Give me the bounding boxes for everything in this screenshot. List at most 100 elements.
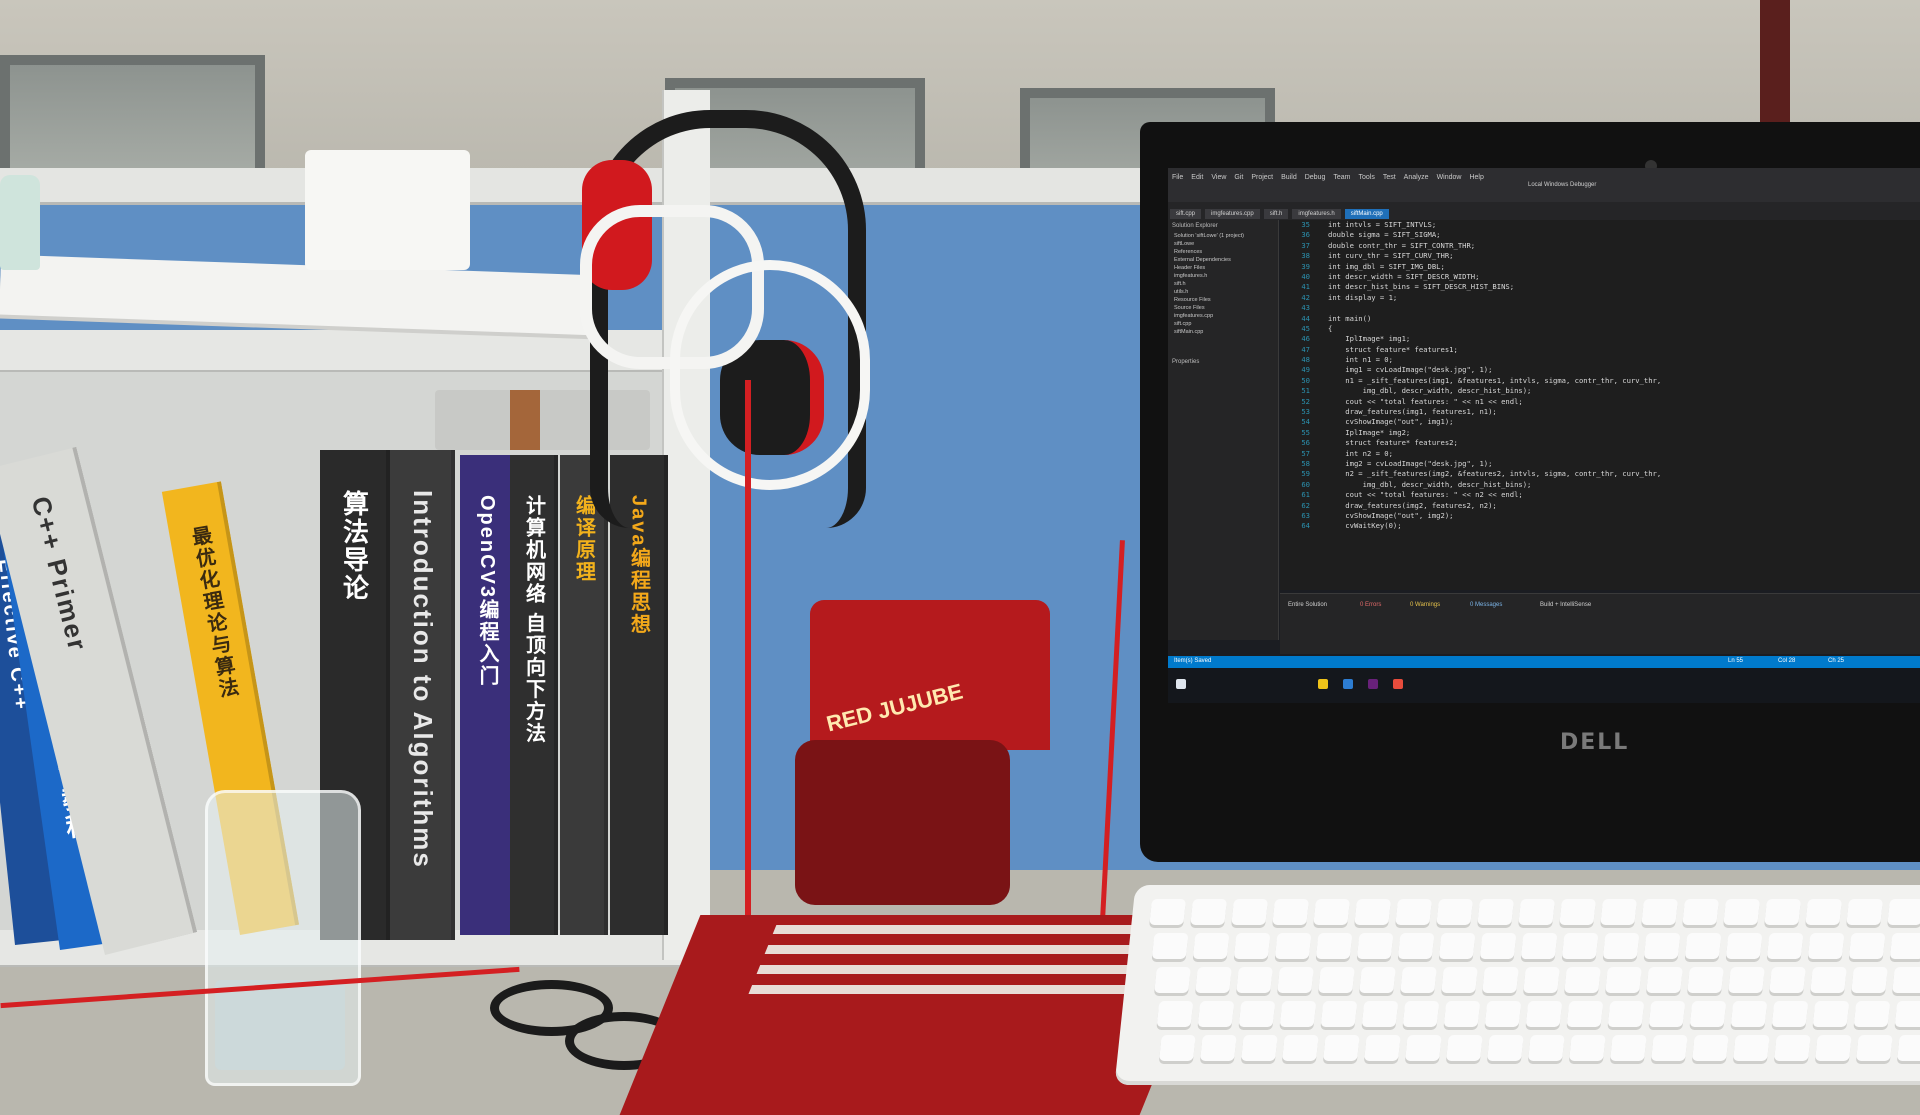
keyboard-key[interactable] bbox=[1846, 899, 1884, 925]
keyboard-key[interactable] bbox=[1723, 899, 1761, 925]
keyboard-key[interactable] bbox=[1689, 1001, 1727, 1027]
keyboard-key[interactable] bbox=[1559, 899, 1597, 925]
keyboard-key[interactable] bbox=[1436, 899, 1474, 925]
menu-item[interactable]: Help bbox=[1469, 174, 1483, 181]
keyboard-key[interactable] bbox=[1197, 1001, 1235, 1027]
message-count[interactable]: 0 Messages bbox=[1470, 602, 1502, 608]
app-icon[interactable] bbox=[1393, 679, 1403, 689]
keyboard-key[interactable] bbox=[1528, 1035, 1565, 1061]
keyboard-key[interactable] bbox=[1848, 933, 1886, 959]
keyboard-key[interactable] bbox=[1400, 967, 1437, 993]
editor-tab[interactable]: sift.cpp bbox=[1170, 209, 1202, 219]
editor-tab[interactable]: siftMain.cpp bbox=[1344, 209, 1389, 219]
keyboard-key[interactable] bbox=[1397, 933, 1435, 959]
keyboard-key[interactable] bbox=[1684, 933, 1722, 959]
keyboard-key[interactable] bbox=[1733, 1035, 1770, 1061]
keyboard-key[interactable] bbox=[1323, 1035, 1360, 1061]
keyboard-key[interactable] bbox=[1643, 933, 1681, 959]
keyboard-key[interactable] bbox=[1482, 967, 1519, 993]
keyboard-key[interactable] bbox=[1282, 1035, 1319, 1061]
error-count[interactable]: 0 Errors bbox=[1360, 602, 1381, 608]
keyboard-key[interactable] bbox=[1231, 899, 1269, 925]
keyboard-key[interactable] bbox=[1648, 1001, 1686, 1027]
keyboard-key[interactable] bbox=[1892, 967, 1920, 993]
solution-tree-item[interactable]: Source Files bbox=[1168, 304, 1278, 312]
keyboard-key[interactable] bbox=[1241, 1035, 1278, 1061]
code-editor[interactable]: 35 int intvls = SIFT_INTVLS; 36 double sigm… bbox=[1280, 220, 1920, 590]
keyboard-key[interactable] bbox=[1766, 933, 1804, 959]
keyboard-key[interactable] bbox=[1646, 967, 1683, 993]
keyboard-key[interactable] bbox=[1149, 899, 1187, 925]
solution-tree-item[interactable]: sift.h bbox=[1168, 280, 1278, 288]
editor-tab[interactable]: imgfeatures.cpp bbox=[1205, 209, 1260, 219]
editor-tab[interactable]: imgfeatures.h bbox=[1292, 209, 1341, 219]
visual-studio-icon[interactable] bbox=[1368, 679, 1378, 689]
keyboard-key[interactable] bbox=[1561, 933, 1599, 959]
keyboard-key[interactable] bbox=[1200, 1035, 1237, 1061]
keyboard-key[interactable] bbox=[1484, 1001, 1522, 1027]
keyboard-key[interactable] bbox=[1856, 1035, 1893, 1061]
keyboard-key[interactable] bbox=[1602, 933, 1640, 959]
menu-item[interactable]: Build bbox=[1281, 174, 1297, 181]
keyboard-key[interactable] bbox=[1769, 967, 1806, 993]
keyboard-key[interactable] bbox=[1156, 1001, 1194, 1027]
keyboard-key[interactable] bbox=[1364, 1035, 1401, 1061]
keyboard-key[interactable] bbox=[1641, 899, 1679, 925]
keyboard-key[interactable] bbox=[1764, 899, 1802, 925]
keyboard-key[interactable] bbox=[1190, 899, 1228, 925]
solution-tree-item[interactable]: sift.cpp bbox=[1168, 320, 1278, 328]
solution-tree-item[interactable]: Resource Files bbox=[1168, 296, 1278, 304]
keyboard-key[interactable] bbox=[1566, 1001, 1604, 1027]
menu-item[interactable]: Tools bbox=[1358, 174, 1374, 181]
menu-item[interactable]: Window bbox=[1437, 174, 1462, 181]
keyboard-key[interactable] bbox=[1887, 899, 1920, 925]
build-filter[interactable]: Build + IntelliSense bbox=[1540, 602, 1591, 608]
keyboard-key[interactable] bbox=[1651, 1035, 1688, 1061]
keyboard-key[interactable] bbox=[1192, 933, 1230, 959]
keyboard-key[interactable] bbox=[1807, 933, 1845, 959]
keyboard-key[interactable] bbox=[1682, 899, 1720, 925]
keyboard-key[interactable] bbox=[1812, 1001, 1850, 1027]
keyboard-key[interactable] bbox=[1318, 967, 1355, 993]
file-explorer-icon[interactable] bbox=[1318, 679, 1328, 689]
menu-item[interactable]: Project bbox=[1251, 174, 1273, 181]
keyboard-key[interactable] bbox=[1477, 899, 1515, 925]
keyboard-key[interactable] bbox=[1441, 967, 1478, 993]
keyboard-key[interactable] bbox=[1523, 967, 1560, 993]
keyboard-key[interactable] bbox=[1725, 933, 1763, 959]
menu-item[interactable]: Analyze bbox=[1404, 174, 1429, 181]
keyboard-key[interactable] bbox=[1730, 1001, 1768, 1027]
keyboard-key[interactable] bbox=[1805, 899, 1843, 925]
keyboard-key[interactable] bbox=[1853, 1001, 1891, 1027]
keyboard-key[interactable] bbox=[1236, 967, 1273, 993]
keyboard-key[interactable] bbox=[1151, 933, 1189, 959]
keyboard-key[interactable] bbox=[1897, 1035, 1920, 1061]
solution-tree-item[interactable]: utils.h bbox=[1168, 288, 1278, 296]
keyboard-key[interactable] bbox=[1405, 1035, 1442, 1061]
menu-item[interactable]: File bbox=[1172, 174, 1183, 181]
edge-icon[interactable] bbox=[1343, 679, 1353, 689]
keyboard-key[interactable] bbox=[1564, 967, 1601, 993]
keyboard-key[interactable] bbox=[1774, 1035, 1811, 1061]
menu-item[interactable]: Edit bbox=[1191, 174, 1203, 181]
keyboard-key[interactable] bbox=[1320, 1001, 1358, 1027]
keyboard-key[interactable] bbox=[1889, 933, 1920, 959]
keyboard-key[interactable] bbox=[1810, 967, 1847, 993]
solution-tree-item[interactable]: Header Files bbox=[1168, 264, 1278, 272]
keyboard-key[interactable] bbox=[1487, 1035, 1524, 1061]
keyboard-key[interactable] bbox=[1728, 967, 1765, 993]
menu-item[interactable]: Team bbox=[1333, 174, 1350, 181]
windows-start-icon[interactable] bbox=[1176, 679, 1186, 689]
keyboard-key[interactable] bbox=[1479, 933, 1517, 959]
menu-item[interactable]: Debug bbox=[1305, 174, 1326, 181]
keyboard-key[interactable] bbox=[1315, 933, 1353, 959]
keyboard-key[interactable] bbox=[1692, 1035, 1729, 1061]
solution-tree-item[interactable]: imgfeatures.cpp bbox=[1168, 312, 1278, 320]
keyboard-key[interactable] bbox=[1313, 899, 1351, 925]
menu-item[interactable]: View bbox=[1211, 174, 1226, 181]
keyboard-key[interactable] bbox=[1569, 1035, 1606, 1061]
keyboard-key[interactable] bbox=[1771, 1001, 1809, 1027]
keyboard-key[interactable] bbox=[1687, 967, 1724, 993]
solution-tree-item[interactable]: External Dependencies bbox=[1168, 256, 1278, 264]
menu-item[interactable]: Git bbox=[1234, 174, 1243, 181]
